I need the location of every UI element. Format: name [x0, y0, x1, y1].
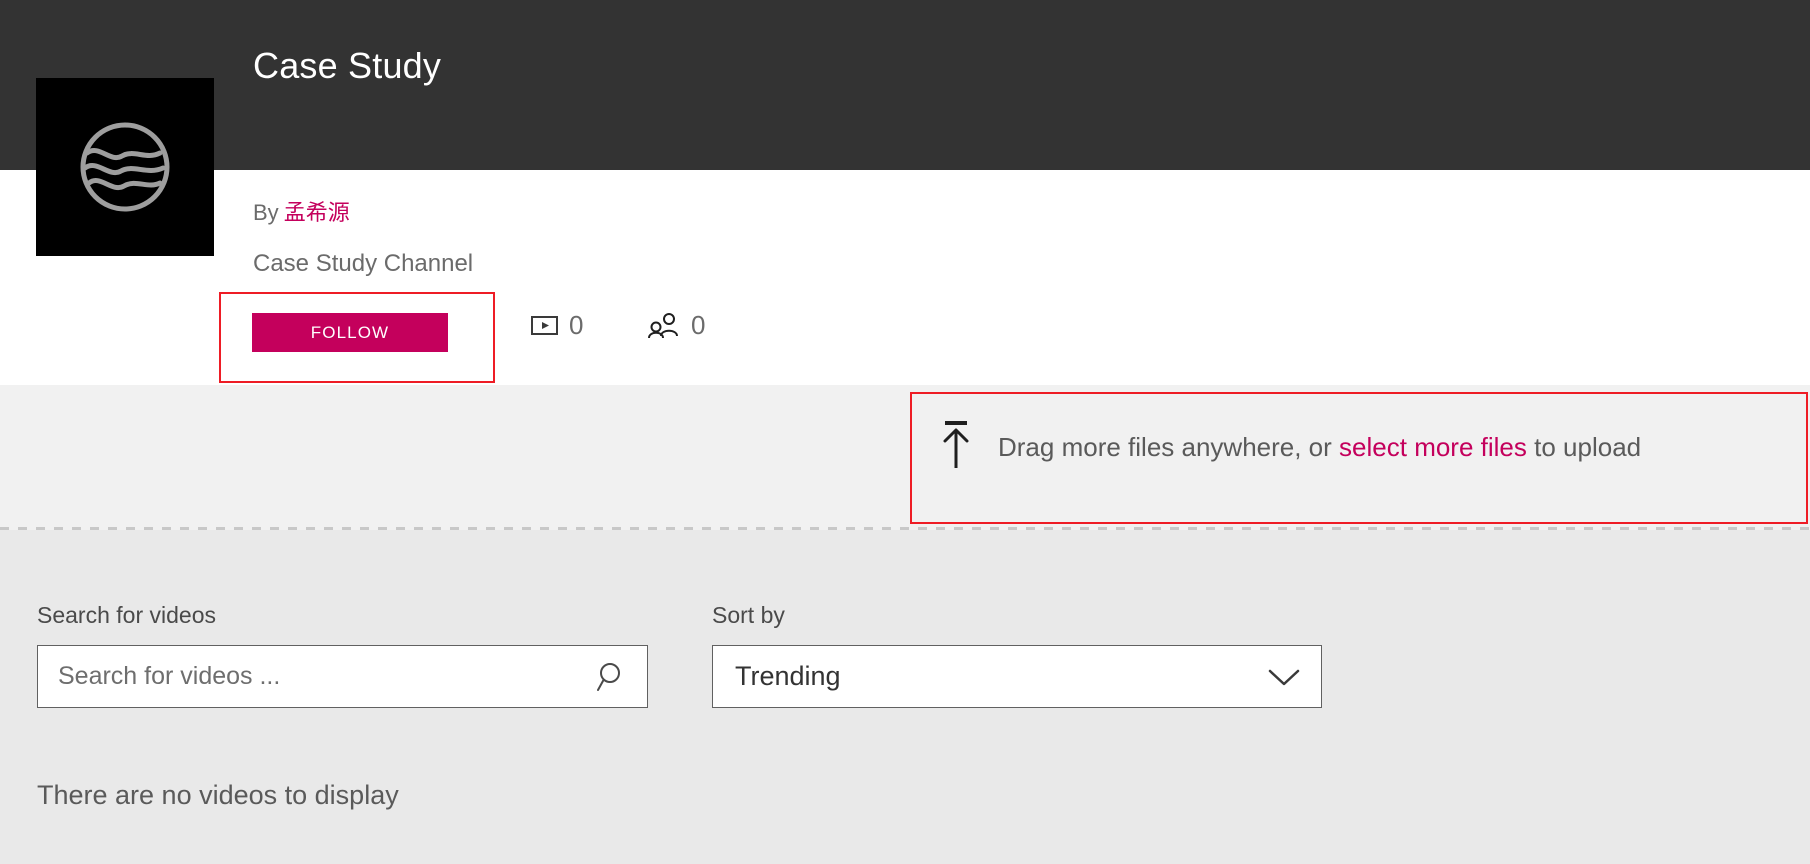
- followers-people-icon: [647, 312, 680, 339]
- search-input[interactable]: [58, 662, 587, 691]
- search-label: Search for videos: [37, 602, 216, 628]
- video-channel-page: Case Study By 孟希源 Case Study Channel FOLL…: [0, 0, 1810, 864]
- search-magnifier-icon[interactable]: [597, 661, 629, 693]
- stat-video-count: 0: [531, 310, 583, 341]
- upload-prompt-text: Drag more files anywhere, or select more…: [998, 432, 1641, 463]
- empty-state-message: There are no videos to display: [37, 780, 399, 810]
- channel-thumbnail[interactable]: [36, 78, 214, 256]
- byline-prefix: By: [253, 200, 279, 225]
- chevron-down-icon[interactable]: [1267, 666, 1301, 688]
- stat-follower-count: 0: [647, 310, 705, 341]
- sort-dropdown[interactable]: Trending: [712, 645, 1322, 708]
- channel-name: Case Study Channel: [253, 250, 474, 277]
- upload-text-after: to upload: [1534, 432, 1642, 462]
- byline: By 孟希源: [253, 195, 350, 227]
- stat-follower-count-value: 0: [691, 310, 706, 340]
- page-title: Case Study: [253, 45, 442, 86]
- stat-video-count-value: 0: [569, 310, 584, 340]
- sort-selected-value: Trending: [735, 661, 841, 691]
- page-header-band: Case Study: [0, 0, 1810, 170]
- upload-arrow-icon: [938, 420, 974, 475]
- upload-prompt: Drag more files anywhere, or select more…: [938, 420, 1641, 475]
- video-count-icon: [531, 316, 558, 335]
- select-more-files-link[interactable]: select more files: [1339, 432, 1527, 462]
- upload-text-before: Drag more files anywhere, or: [998, 432, 1332, 462]
- sort-label: Sort by: [712, 602, 785, 628]
- author-link[interactable]: 孟希源: [284, 200, 350, 225]
- search-input-wrapper[interactable]: [37, 645, 648, 708]
- follow-button[interactable]: FOLLOW: [252, 313, 448, 352]
- stream-wave-circle-icon: [80, 122, 170, 212]
